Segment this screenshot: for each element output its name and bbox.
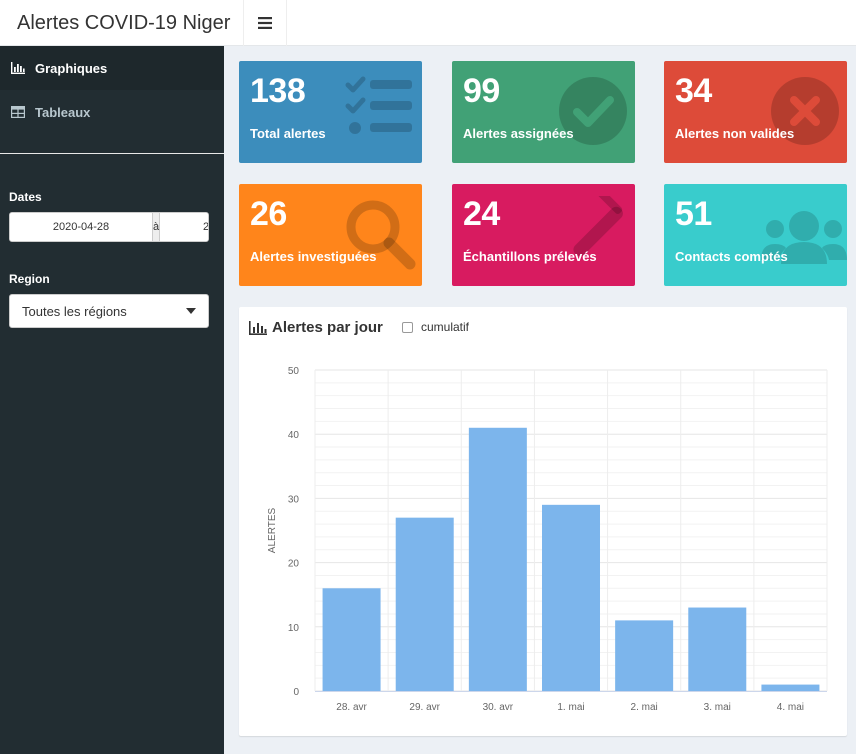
value-box-label: Total alertes [250, 126, 326, 141]
value-box-label: Alertes assignées [463, 126, 574, 141]
y-tick-label: 0 [293, 687, 299, 698]
value-box-number: 26 [250, 195, 287, 233]
region-selected-value: Toutes les régions [22, 303, 127, 319]
x-tick-label: 1. mai [557, 702, 584, 713]
value-box-echantillons-preleves: 24 Échantillons prélevés [452, 184, 635, 286]
date-range-separator: à [152, 213, 161, 241]
caret-down-icon [186, 308, 196, 314]
bar [395, 517, 454, 691]
value-box-number: 34 [675, 72, 712, 110]
date-end-input[interactable] [160, 213, 208, 241]
value-box-total-alertes: 138 Total alertes [239, 61, 422, 163]
bar [468, 427, 527, 691]
region-select[interactable]: Toutes les régions [9, 294, 209, 328]
bar [615, 620, 674, 691]
value-box-number: 24 [463, 195, 500, 233]
sidebar-item-graphiques[interactable]: Graphiques [0, 46, 224, 90]
y-tick-label: 50 [288, 366, 300, 377]
y-axis-title: ALERTES [267, 507, 278, 553]
value-box-label: Alertes non valides [675, 126, 795, 141]
bar [322, 588, 381, 691]
sidebar-item-label: Tableaux [35, 104, 91, 120]
y-tick-label: 10 [288, 623, 300, 634]
region-label: Region [9, 272, 50, 286]
sidebar-item-label: Graphiques [35, 60, 108, 76]
sidebar-toggle-button[interactable] [243, 0, 287, 46]
value-box-number: 99 [463, 72, 500, 110]
hamburger-icon [258, 17, 272, 29]
x-tick-label: 30. avr [483, 702, 514, 713]
date-range-picker: à [9, 212, 209, 242]
bar-chart-icon [11, 62, 25, 74]
y-tick-label: 40 [288, 430, 300, 441]
x-tick-label: 4. mai [777, 702, 804, 713]
value-box-alertes-non-valides: 34 Alertes non valides [664, 61, 847, 163]
x-tick-label: 2. mai [631, 702, 658, 713]
app-title: Alertes COVID-19 Niger [17, 12, 231, 34]
bar [542, 504, 600, 691]
value-box-label: Contacts comptés [675, 249, 788, 264]
value-box-number: 138 [250, 72, 306, 110]
top-header: Alertes COVID-19 Niger [0, 0, 856, 46]
sidebar-divider [0, 153, 224, 154]
value-box-number: 51 [675, 195, 712, 233]
dates-label: Dates [9, 190, 42, 204]
sidebar-item-tableaux[interactable]: Tableaux [0, 90, 224, 134]
bar-chart: 0 10 20 30 40 50 ALERTES 28. avr 29. avr 30. avr 1… [267, 366, 828, 713]
value-box-label: Échantillons prélevés [463, 249, 597, 264]
x-tick-label: 29. avr [409, 702, 440, 713]
value-box-alertes-investiguees: 26 Alertes investiguées [239, 184, 422, 286]
date-start-input[interactable] [10, 213, 152, 241]
x-tick-label: 28. avr [336, 702, 367, 713]
y-tick-label: 30 [288, 494, 300, 505]
list-check-icon [345, 76, 412, 134]
bar [688, 607, 747, 691]
bar [761, 684, 820, 691]
value-box-label: Alertes investiguées [250, 249, 377, 264]
x-tick-label: 3. mai [704, 702, 731, 713]
value-box-contacts-comptes: 51 Contacts comptés [664, 184, 847, 286]
sidebar: Graphiques Tableaux Dates à Region Toute… [0, 46, 224, 754]
value-box-alertes-assignees: 99 Alertes assignées [452, 61, 635, 163]
alertes-par-jour-box: Alertes par jour cumulatif 0 10 20 30 40 50 AL… [239, 307, 847, 736]
y-tick-label: 20 [288, 559, 300, 570]
table-icon [11, 106, 25, 118]
